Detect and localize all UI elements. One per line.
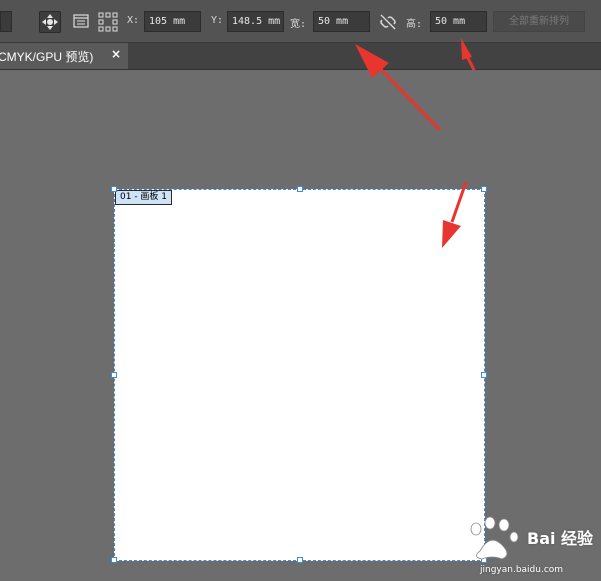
- baidu-paw-logo: [470, 516, 519, 560]
- arrow-to-width-field: [355, 44, 442, 132]
- watermark-brand: Bai 经验: [527, 529, 594, 548]
- arrow-to-height-field: [461, 38, 476, 71]
- watermark-url: jingyan.baidu.com: [480, 565, 564, 575]
- arrow-to-artboard-corner: [442, 181, 468, 248]
- annotation-arrows: [355, 38, 476, 248]
